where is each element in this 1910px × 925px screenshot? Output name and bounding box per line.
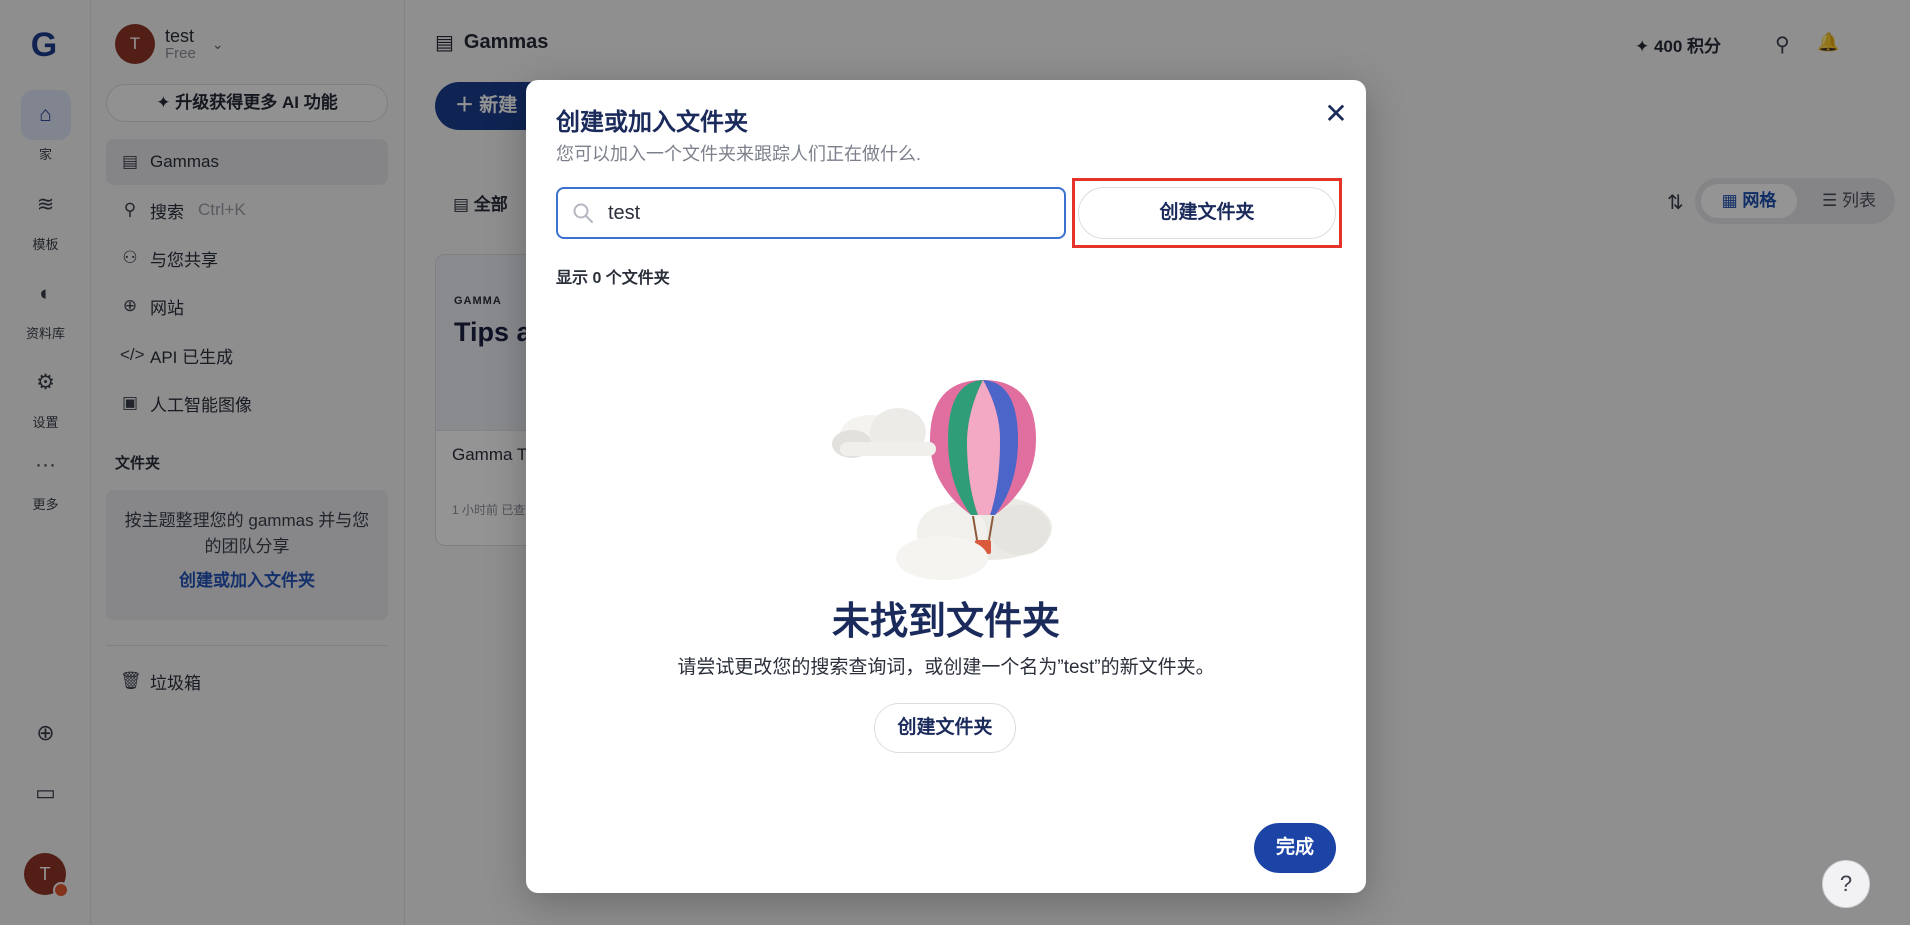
- create-folder-button[interactable]: 创建文件夹: [1078, 187, 1336, 239]
- empty-state-description: 请尝试更改您的搜索查询词，或创建一个名为”test”的新文件夹。: [677, 657, 1215, 678]
- empty-state-title: 未找到文件夹: [831, 601, 1060, 643]
- dialog-subtitle: 您可以加入一个文件夹来跟踪人们正在做什么.: [556, 144, 921, 164]
- hot-air-balloon-illustration: [832, 380, 1052, 580]
- help-button[interactable]: ?: [1822, 860, 1870, 908]
- empty-create-folder-button[interactable]: 创建文件夹: [874, 703, 1016, 753]
- search-icon: [573, 203, 593, 223]
- dialog-title: 创建或加入文件夹: [556, 109, 748, 136]
- done-button[interactable]: 完成: [1254, 823, 1336, 873]
- folder-count: 显示 0 个文件夹: [556, 270, 670, 287]
- close-icon[interactable]: ✕: [1318, 96, 1354, 132]
- create-join-folder-dialog: 创建或加入文件夹 您可以加入一个文件夹来跟踪人们正在做什么. ✕ 创建文件夹 显…: [526, 80, 1366, 893]
- folder-search-input[interactable]: [608, 198, 1048, 228]
- folder-search-field[interactable]: [556, 187, 1066, 239]
